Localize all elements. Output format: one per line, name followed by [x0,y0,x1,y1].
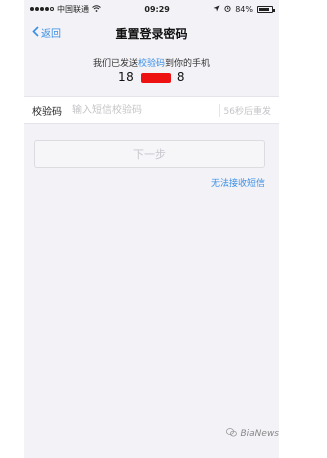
redaction-mark [140,72,171,83]
location-icon [213,5,220,14]
back-label: 返回 [41,29,61,40]
cannot-receive-sms-link[interactable]: 无法接收短信 [211,176,265,189]
battery-percent: 84% [235,4,253,14]
navigation-bar: 返回 重置登录密码 [24,18,279,48]
info-prefix: 我们已发送 [92,59,138,69]
phone-number-start: 18 [117,70,135,84]
back-button[interactable]: 返回 [32,25,61,40]
chevron-left-icon [32,25,39,40]
masked-phone-number: 18 8 [24,70,279,84]
info-suffix: 到你的手机 [165,59,211,69]
watermark: BiaNews [226,428,279,440]
info-highlight: 校验码 [137,59,165,69]
resend-countdown: 56秒后重发 [218,103,271,117]
clock: 09:29 [144,4,170,14]
alarm-icon [224,5,231,14]
signal-icon [30,7,54,11]
battery-icon [257,5,275,13]
status-bar: 中国联通 09:29 84% [24,0,279,18]
verification-code-input[interactable] [70,103,219,117]
code-label: 校验码 [32,106,62,118]
phone-screen: 中国联通 09:29 84% 返回 重置登录密码 我们已发送校验码到你的手机 1… [24,0,279,458]
wifi-icon [92,4,101,14]
carrier-label: 中国联通 [57,4,89,14]
next-step-button[interactable]: 下一步 [34,140,265,168]
wechat-icon [226,428,238,440]
phone-number-end: 8 [176,70,186,84]
verification-code-row: 校验码 56秒后重发 [24,96,279,124]
sent-info-text: 我们已发送校验码到你的手机 [24,56,279,69]
page-title: 重置登录密码 [115,26,188,41]
watermark-text: BiaNews [240,429,279,439]
